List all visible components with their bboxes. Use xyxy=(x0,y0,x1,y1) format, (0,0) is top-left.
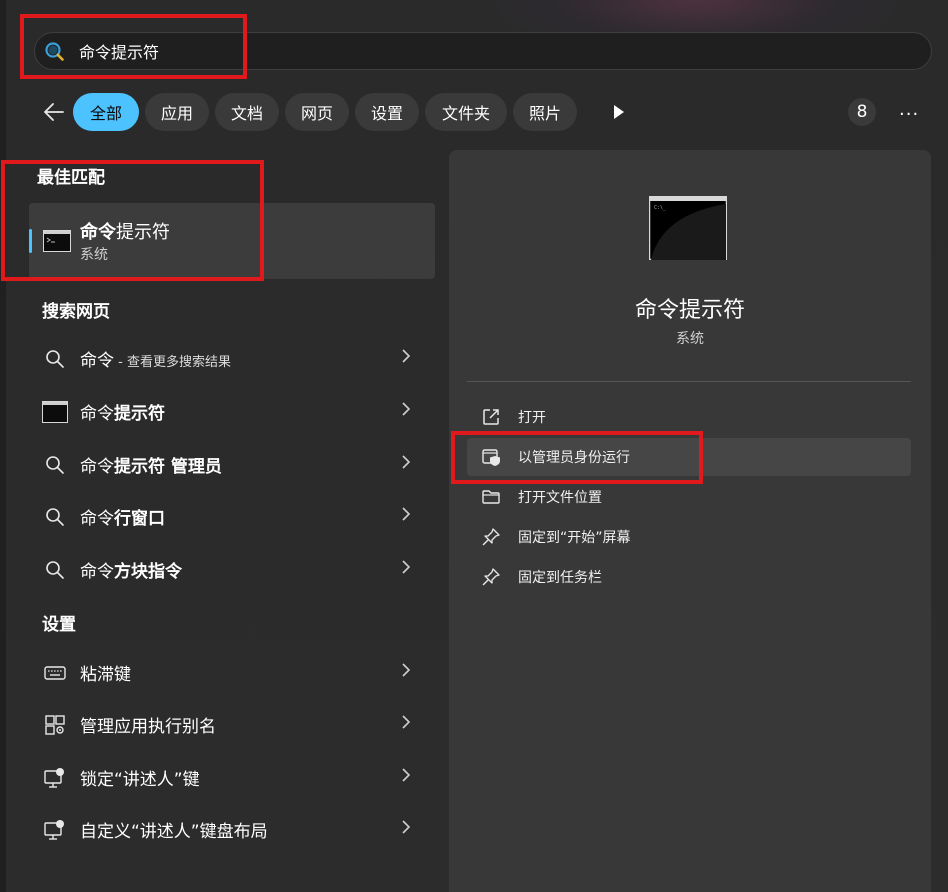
shield-icon xyxy=(481,447,501,467)
chevron-right-icon[interactable] xyxy=(401,506,411,526)
web-result-label: 命令提示符 管理员 xyxy=(80,457,222,477)
settings-heading: 设置 xyxy=(42,615,76,635)
narrator-icon xyxy=(44,819,66,841)
more-options-icon[interactable]: ··· xyxy=(899,104,919,125)
chevron-right-icon[interactable] xyxy=(401,714,411,734)
chevron-right-icon[interactable] xyxy=(401,401,411,421)
settings-item[interactable]: 管理应用执行别名 xyxy=(30,702,430,746)
settings-item-label: 粘滞键 xyxy=(80,665,131,685)
web-result-item[interactable]: 命令行窗口 xyxy=(30,494,430,538)
cmd-icon xyxy=(43,230,71,256)
back-arrow-icon[interactable] xyxy=(42,100,66,124)
settings-item-label: 管理应用执行别名 xyxy=(80,717,216,737)
detail-title: 命令提示符 xyxy=(634,298,745,323)
web-result-label: 命令方块指令 xyxy=(80,562,182,582)
settings-item[interactable]: 自定义“讲述人”键盘布局 xyxy=(30,807,430,851)
action-open-file-location[interactable]: 打开文件位置 xyxy=(467,478,911,516)
play-icon[interactable] xyxy=(612,104,626,124)
web-result-item[interactable]: 命令 - 查看更多搜索结果 xyxy=(30,336,430,380)
detail-pane: C:\_ 命令提示符 系统 打开 以管理员身份运行 打开文件位置 固定到“开始”… xyxy=(449,150,931,892)
settings-item[interactable]: 锁定“讲述人”键 xyxy=(30,755,430,799)
app-settings-icon xyxy=(44,714,66,736)
selection-indicator xyxy=(29,229,32,253)
action-label: 打开 xyxy=(518,410,546,426)
cmd-icon xyxy=(42,401,68,423)
search-icon xyxy=(44,41,66,67)
web-result-label: 命令 - 查看更多搜索结果 xyxy=(80,351,231,371)
web-result-item[interactable]: 命令提示符 管理员 xyxy=(30,442,430,486)
filter-chip-folders[interactable]: 文件夹 xyxy=(425,93,507,131)
filter-chip-all[interactable]: 全部 xyxy=(73,93,139,131)
action-pin-to-taskbar[interactable]: 固定到任务栏 xyxy=(467,558,911,596)
chevron-right-icon[interactable] xyxy=(401,662,411,682)
best-match-title: 命令提示符 xyxy=(80,222,170,243)
web-result-label: 命令行窗口 xyxy=(80,509,165,529)
web-result-item[interactable]: 命令提示符 xyxy=(30,389,430,433)
search-icon xyxy=(44,348,66,370)
filter-chip-photos[interactable]: 照片 xyxy=(513,93,577,131)
web-result-item[interactable]: 命令方块指令 xyxy=(30,547,430,591)
filter-chip-apps[interactable]: 应用 xyxy=(145,93,209,131)
search-icon xyxy=(44,506,66,528)
search-box[interactable] xyxy=(34,32,932,70)
folder-icon xyxy=(481,487,501,507)
chevron-right-icon[interactable] xyxy=(401,348,411,368)
divider xyxy=(467,381,911,382)
start-search-panel: 全部 应用 文档 网页 设置 文件夹 照片 8 ··· 最佳匹配 命令提示符 系… xyxy=(6,0,948,892)
open-external-icon xyxy=(481,407,501,427)
settings-item[interactable]: 粘滞键 xyxy=(30,650,430,694)
result-count-badge: 8 xyxy=(848,98,876,126)
web-search-heading: 搜索网页 xyxy=(42,302,110,322)
best-match-item[interactable]: 命令提示符 系统 xyxy=(29,203,435,279)
pin-icon xyxy=(481,527,501,547)
chevron-right-icon[interactable] xyxy=(401,454,411,474)
action-open[interactable]: 打开 xyxy=(467,398,911,436)
filter-chip-documents[interactable]: 文档 xyxy=(215,93,279,131)
action-run-as-admin[interactable]: 以管理员身份运行 xyxy=(467,438,911,476)
best-match-heading: 最佳匹配 xyxy=(37,168,105,188)
search-icon xyxy=(44,454,66,476)
search-input[interactable] xyxy=(79,39,679,63)
filter-chip-settings[interactable]: 设置 xyxy=(355,93,419,131)
filter-chip-web[interactable]: 网页 xyxy=(285,93,349,131)
action-label: 打开文件位置 xyxy=(518,490,602,506)
chevron-right-icon[interactable] xyxy=(401,819,411,839)
svg-text:C:\_: C:\_ xyxy=(654,205,667,211)
action-label: 固定到任务栏 xyxy=(518,570,602,586)
settings-item-label: 锁定“讲述人”键 xyxy=(80,770,200,790)
chevron-right-icon[interactable] xyxy=(401,559,411,579)
settings-item-label: 自定义“讲述人”键盘布局 xyxy=(80,822,268,842)
action-pin-to-start[interactable]: 固定到“开始”屏幕 xyxy=(467,518,911,556)
detail-subtitle: 系统 xyxy=(676,331,704,347)
action-label: 以管理员身份运行 xyxy=(518,450,630,466)
chevron-right-icon[interactable] xyxy=(401,767,411,787)
action-label: 固定到“开始”屏幕 xyxy=(518,530,631,546)
search-icon xyxy=(44,559,66,581)
keyboard-icon xyxy=(44,662,66,684)
best-match-subtitle: 系统 xyxy=(80,247,108,263)
web-result-label: 命令提示符 xyxy=(80,404,165,424)
cmd-large-icon: C:\_ xyxy=(648,195,728,261)
pin-icon xyxy=(481,567,501,587)
narrator-icon xyxy=(44,767,66,789)
